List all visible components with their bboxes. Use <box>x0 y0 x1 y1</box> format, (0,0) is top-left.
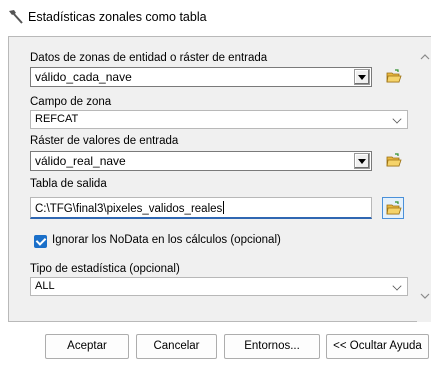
title-bar: Estadísticas zonales como tabla <box>0 0 431 34</box>
cancel-button[interactable]: Cancelar <box>136 334 217 359</box>
chevron-down-icon <box>392 281 402 291</box>
open-folder-icon <box>386 69 402 83</box>
chevron-down-icon <box>392 114 402 124</box>
scrollbar[interactable] <box>417 40 431 322</box>
zone-input-dropdown-button[interactable] <box>354 69 370 85</box>
stat-type-select[interactable]: ALL <box>30 277 408 296</box>
ok-button[interactable]: Aceptar <box>45 334 129 359</box>
window-title: Estadísticas zonales como tabla <box>28 10 207 24</box>
value-raster-combo[interactable]: válido_real_nave <box>30 151 372 171</box>
hammer-tool-icon <box>7 8 25 26</box>
ignore-nodata-checkbox[interactable] <box>34 235 47 248</box>
open-folder-icon <box>386 201 402 215</box>
zone-field-select[interactable]: REFCAT <box>30 110 408 129</box>
scroll-down-icon[interactable] <box>420 291 430 301</box>
value-raster-label: Ráster de valores de entrada <box>30 135 179 147</box>
output-table-browse-button[interactable] <box>382 197 404 219</box>
ignore-nodata-label[interactable]: Ignorar los NoData en los cálculos (opci… <box>52 234 281 246</box>
output-table-input[interactable]: C:\TFG\final3\pixeles_validos_reales <box>30 197 372 219</box>
text-caret <box>223 201 225 214</box>
zone-input-browse-button[interactable] <box>383 66 405 88</box>
stat-type-label: Tipo de estadística (opcional) <box>30 263 180 275</box>
value-raster-dropdown-button[interactable] <box>354 153 370 169</box>
zone-field-label: Campo de zona <box>30 96 112 108</box>
environments-button[interactable]: Entornos... <box>224 334 320 359</box>
stat-type-value: ALL <box>35 280 55 292</box>
hide-help-button[interactable]: << Ocultar Ayuda <box>326 334 429 359</box>
value-raster-value: válido_real_nave <box>35 154 126 168</box>
zone-input-value: válido_cada_nave <box>35 70 132 84</box>
scroll-up-icon[interactable] <box>420 52 430 62</box>
value-raster-browse-button[interactable] <box>383 150 405 172</box>
zone-input-combo[interactable]: válido_cada_nave <box>30 67 372 87</box>
output-table-value: C:\TFG\final3\pixeles_validos_reales <box>35 203 223 215</box>
zone-input-label: Datos de zonas de entidad o ráster de en… <box>30 52 268 64</box>
zone-field-value: REFCAT <box>35 113 79 125</box>
output-table-label: Tabla de salida <box>30 178 107 190</box>
open-folder-icon <box>386 153 402 167</box>
